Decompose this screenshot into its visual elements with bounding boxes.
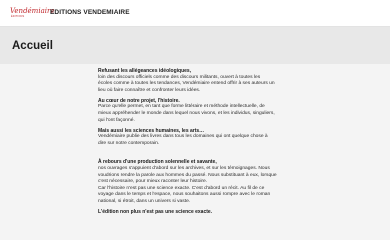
paragraph-line: écoles comme à toutes les tendances, Ven… [98,81,275,87]
section-humanities: Mais aussi les sciences humaines, les ar… [98,128,304,148]
paragraph-line: nos ouvrages s'appuient d'abord sur les … [98,165,270,171]
section-title: L'édition non plus n'est pas une science… [98,208,213,215]
section-history: Au cœur de notre projet, l'histoire. Par… [98,98,304,124]
section-publishing: L'édition non plus n'est pas une science… [98,209,304,216]
vendemiaire-logo[interactable]: Vendémiaire ÉDITIONS [10,7,54,21]
paragraph-line: c'est nécessaire, pour mieux raconter le… [98,179,208,185]
paragraph-line: voyage dans le temps et l'espace, nous s… [98,192,271,198]
paragraph-line: Parce qu'elle permet, en tant que forme … [98,104,265,110]
main-content: Refusant les allégeances idéologiques, l… [0,64,390,240]
page-title-banner: Accueil [0,27,390,64]
section-title: Refusant les allégeances idéologiques, [98,68,192,74]
paragraph-line: lieu où faire connaître et confronter le… [98,87,201,93]
article-body: Refusant les allégeances idéologiques, l… [98,68,304,215]
logo-tagline: ÉDITIONS [11,15,25,18]
page: Vendémiaire ÉDITIONS EDITIONS VENDEMIAIR… [0,0,390,240]
top-bar: Vendémiaire ÉDITIONS EDITIONS VENDEMIAIR… [0,0,390,27]
logo-wordmark: Vendémiaire [10,7,55,15]
paragraph-line: Vendémiaire publie des livres dans tous … [98,134,268,140]
paragraph-line: national, si étroit, dans un univers si … [98,198,191,204]
section-ideology: Refusant les allégeances idéologiques, l… [98,68,304,94]
page-title: Accueil [12,40,53,52]
section-archives: À rebours d'une production solennelle et… [98,159,304,205]
paragraph-line: mieux appréhender le monde dans lequel n… [98,110,275,116]
site-title-link[interactable]: EDITIONS VENDEMIAIRE [50,9,130,17]
paragraph-line: qui l'ont façonné. [98,117,135,123]
section-title: À rebours d'une production solennelle et… [98,159,217,166]
paragraph-line: dire sur notre contemporain. [98,140,160,146]
